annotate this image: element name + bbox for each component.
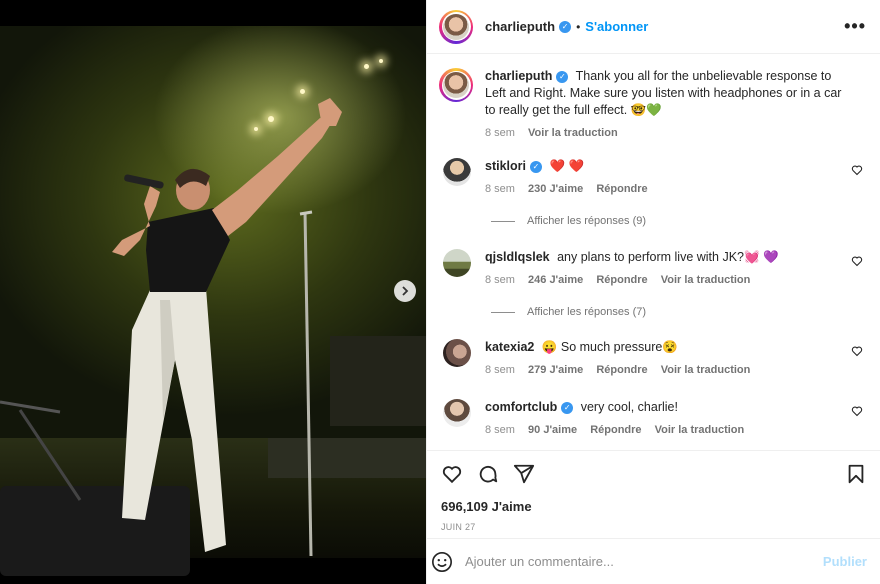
comment-like-heart-icon[interactable]	[851, 164, 863, 176]
commenter-avatar[interactable]	[443, 158, 471, 186]
author-avatar[interactable]	[439, 9, 473, 44]
caption-age: 8 sem	[485, 127, 515, 139]
commenter-avatar[interactable]	[443, 339, 471, 367]
separator-dot: •	[576, 19, 581, 34]
comments-section: charlieputh ✓ Thank you all for the unbel…	[427, 54, 880, 450]
commenter-avatar[interactable]	[443, 399, 471, 427]
post-header: charlieputh ✓ • S'abonner •••	[427, 0, 880, 54]
performer-figure	[0, 98, 342, 557]
follow-button[interactable]: S'abonner	[585, 19, 648, 34]
post-caption: charlieputh ✓ Thank you all for the unbel…	[427, 54, 880, 142]
post-actions: 696,109 J'aime JUIN 27	[427, 450, 880, 550]
comment-username[interactable]: stiklori	[485, 159, 526, 173]
post-date: JUIN 27	[441, 522, 476, 532]
next-image-button[interactable]	[394, 280, 416, 302]
comment-translate-link[interactable]: Voir la traduction	[661, 364, 751, 376]
comment-item: katexia2 😛 So much pressure😵 8 sem 279 J…	[443, 339, 871, 379]
comment-text: very cool, charlie!	[580, 400, 678, 414]
heart-icon[interactable]	[441, 463, 463, 485]
emoji-icon[interactable]	[431, 551, 453, 573]
share-icon[interactable]	[513, 463, 535, 485]
comment-likes[interactable]: 90 J'aime	[528, 424, 577, 436]
post-photo	[0, 0, 426, 584]
comment-text: ❤️ ❤️	[549, 159, 585, 173]
comment-input[interactable]	[465, 554, 795, 569]
comment-username[interactable]: qjsldlqslek	[485, 250, 550, 264]
comment-item: comfortclub ✓ very cool, charlie! 8 sem 9…	[443, 399, 871, 439]
view-replies-button[interactable]: Afficher les réponses (9)	[491, 215, 646, 227]
comment-age: 8 sem	[485, 424, 515, 436]
caption-translate-link[interactable]: Voir la traduction	[528, 127, 618, 139]
comment-icon[interactable]	[477, 463, 499, 485]
author-username[interactable]: charlieputh	[485, 19, 555, 34]
more-options-button[interactable]: •••	[844, 16, 866, 37]
comment-text: 😛 So much pressure😵	[541, 340, 678, 354]
caption-username[interactable]: charlieputh	[485, 69, 552, 83]
comment-text: any plans to perform live with JK?💓 💜	[557, 250, 779, 264]
reply-button[interactable]: Répondre	[596, 274, 647, 286]
comment-username[interactable]: comfortclub	[485, 400, 557, 414]
bookmark-icon[interactable]	[845, 463, 867, 485]
comment-translate-link[interactable]: Voir la traduction	[655, 424, 745, 436]
comment-age: 8 sem	[485, 364, 515, 376]
comment-age: 8 sem	[485, 183, 515, 195]
comment-like-heart-icon[interactable]	[851, 405, 863, 417]
view-replies-label: Afficher les réponses (7)	[527, 306, 647, 318]
comment-translate-link[interactable]: Voir la traduction	[661, 274, 751, 286]
likes-count[interactable]: 696,109 J'aime	[441, 499, 867, 514]
add-comment-bar: Publier	[427, 538, 880, 584]
comment-likes[interactable]: 230 J'aime	[528, 183, 583, 195]
view-replies-label: Afficher les réponses (9)	[527, 215, 647, 227]
comment-likes[interactable]: 279 J'aime	[528, 364, 583, 376]
verified-badge-icon: ✓	[559, 20, 572, 33]
verified-badge-icon: ✓	[561, 401, 574, 414]
post-sidebar: charlieputh ✓ • S'abonner ••• charlieput…	[426, 0, 880, 584]
chevron-right-icon	[402, 286, 409, 296]
author-avatar[interactable]	[439, 68, 473, 102]
comment-like-heart-icon[interactable]	[851, 255, 863, 267]
commenter-avatar[interactable]	[443, 249, 471, 277]
comment-item: qjsldlqslek any plans to perform live wi…	[443, 249, 871, 289]
reply-button[interactable]: Répondre	[590, 424, 641, 436]
view-replies-button[interactable]: Afficher les réponses (7)	[491, 306, 646, 318]
comment-like-heart-icon[interactable]	[851, 345, 863, 357]
comment-age: 8 sem	[485, 274, 515, 286]
verified-badge-icon: ✓	[530, 160, 542, 173]
comment-item: stiklori ✓ ❤️ ❤️ 8 sem 230 J'aime Répondr…	[443, 158, 871, 198]
comment-username[interactable]: katexia2	[485, 340, 534, 354]
reply-button[interactable]: Répondre	[596, 183, 647, 195]
publish-button[interactable]: Publier	[823, 554, 867, 569]
reply-button[interactable]: Répondre	[596, 364, 647, 376]
comment-likes[interactable]: 246 J'aime	[528, 274, 583, 286]
verified-badge-icon: ✓	[556, 70, 569, 83]
